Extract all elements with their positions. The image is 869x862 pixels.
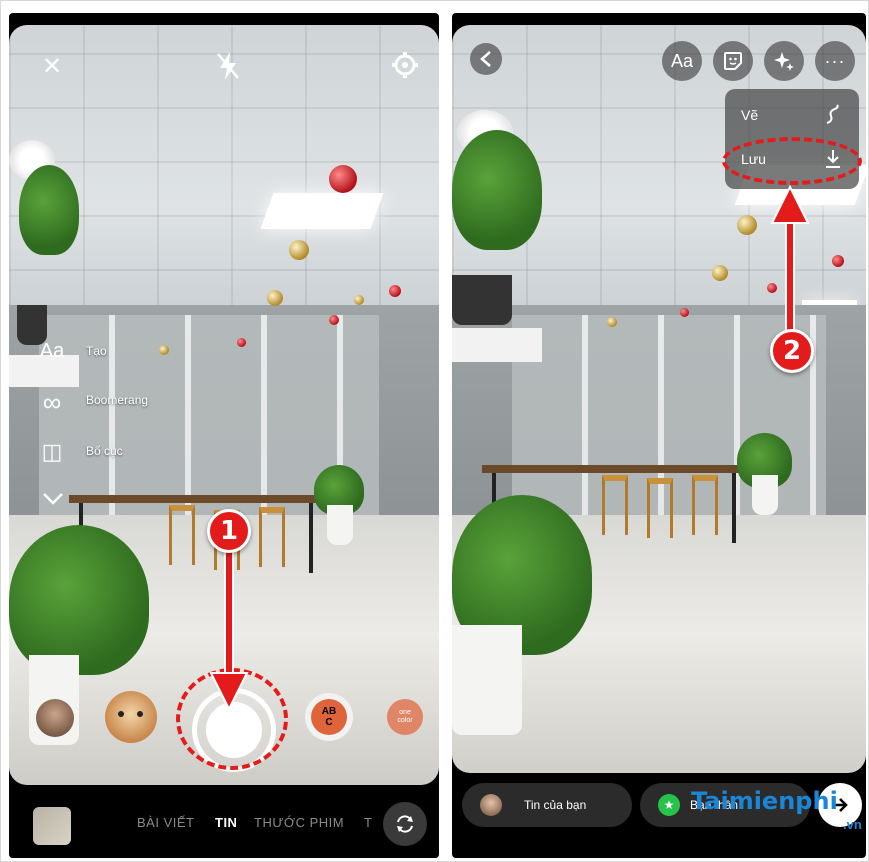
- annotation-arrow-down: [209, 543, 249, 712]
- flip-camera-icon[interactable]: [383, 802, 427, 846]
- abc-effect-label: ABC: [311, 699, 347, 735]
- squiggle-icon[interactable]: [821, 101, 845, 129]
- back-chevron-icon[interactable]: [470, 43, 502, 75]
- user-avatar: [480, 794, 502, 816]
- screenshot-frame: ✕ Aa Tạo ∞ Boomerang ◫ Bố cục ABC one co…: [0, 0, 869, 862]
- settings-gear-icon[interactable]: [389, 49, 421, 81]
- effect-bear-filter[interactable]: [105, 691, 157, 743]
- mode-story[interactable]: TIN: [215, 815, 237, 830]
- close-icon[interactable]: ✕: [37, 51, 67, 81]
- mode-next[interactable]: T: [364, 815, 372, 830]
- effect-one-color-filter[interactable]: one color: [387, 699, 423, 735]
- story-editor-screen: Aa ··· Vẽ Lưu 2 Tin của bạn ★ Bạn thân: [452, 13, 866, 858]
- close-friends-star-icon: ★: [658, 794, 680, 816]
- sticker-icon[interactable]: [713, 41, 753, 81]
- step-marker-1: 1: [207, 509, 251, 553]
- effect-abc-filter[interactable]: ABC: [305, 693, 353, 741]
- more-options-icon[interactable]: ···: [815, 41, 855, 81]
- share-your-story-label: Tin của bạn: [524, 798, 587, 812]
- mode-reels[interactable]: THƯỚC PHIM: [254, 815, 344, 830]
- tool-label-layout[interactable]: Bố cục: [86, 444, 123, 458]
- effect-avatar-filter[interactable]: [36, 699, 74, 737]
- layout-grid-icon[interactable]: ◫: [37, 439, 67, 465]
- watermark-domain: .vn: [843, 817, 862, 832]
- effects-sparkle-icon[interactable]: [764, 41, 804, 81]
- annotation-arrow-up: [770, 184, 810, 338]
- chevron-down-icon[interactable]: [39, 487, 67, 511]
- mode-post[interactable]: BÀI VIẾT: [137, 815, 194, 830]
- share-your-story-button[interactable]: Tin của bạn: [462, 783, 632, 827]
- highlight-save-option: [722, 137, 862, 185]
- tool-label-create[interactable]: Tạo: [86, 344, 107, 358]
- menu-item-draw[interactable]: Vẽ: [741, 107, 758, 123]
- tool-label-boomerang[interactable]: Boomerang: [86, 393, 148, 407]
- camera-bottom-bar: BÀI VIẾT TIN THƯỚC PHIM T: [9, 788, 439, 858]
- text-tool-button[interactable]: Aa: [662, 41, 702, 81]
- watermark-logo: Taimienphi: [691, 787, 838, 815]
- boomerang-infinity-icon[interactable]: ∞: [37, 387, 67, 418]
- flash-off-icon[interactable]: [213, 49, 243, 83]
- gallery-thumbnail[interactable]: [33, 807, 71, 845]
- step-marker-2: 2: [770, 329, 814, 373]
- text-create-icon[interactable]: Aa: [37, 340, 67, 363]
- camera-screen: ✕ Aa Tạo ∞ Boomerang ◫ Bố cục ABC one co…: [9, 13, 439, 858]
